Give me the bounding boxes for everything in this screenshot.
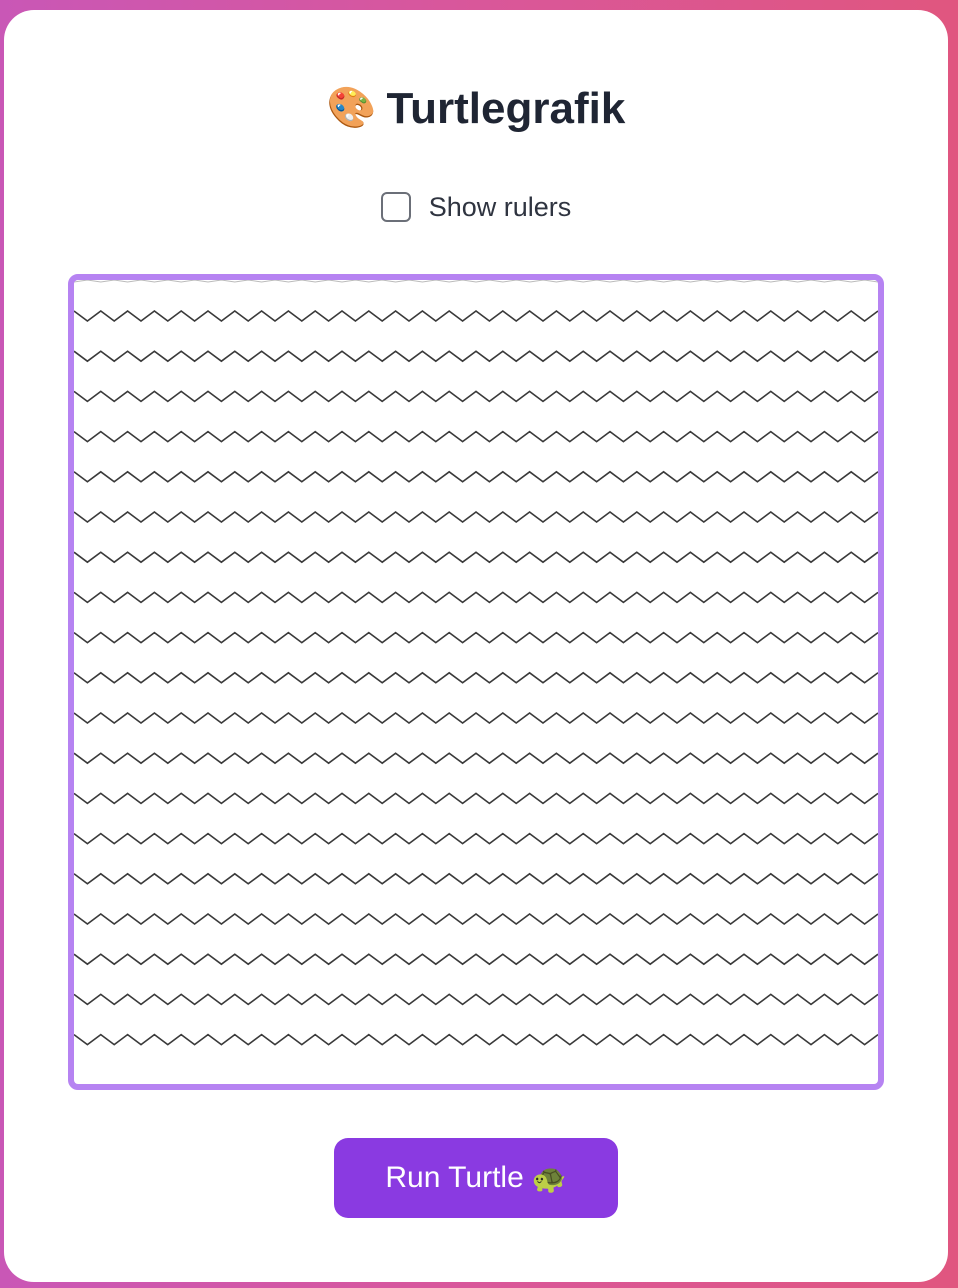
run-turtle-button[interactable]: Run Turtle 🐢 [334,1138,618,1218]
zigzag-line [74,1033,878,1046]
palette-icon: 🎨 [326,86,377,130]
zigzag-line [74,792,878,805]
zigzag-line [74,913,878,925]
zigzag-line [74,712,878,724]
zigzag-line [74,591,878,604]
zigzag-line [74,872,878,885]
zigzag-line [74,310,878,322]
main-card: 🎨 Turtlegrafik Show rulers Run Turtle 🐢 [4,10,948,1282]
page-title: 🎨 Turtlegrafik [4,86,948,131]
zigzag-line [74,631,878,644]
run-turtle-label: Run Turtle [385,1161,524,1194]
zigzag-line [74,470,878,483]
page-title-text: Turtlegrafik [386,84,626,133]
turtle-canvas [68,274,884,1090]
zigzag-line [74,350,878,363]
turtle-drawing [74,280,878,1046]
zigzag-line [74,752,878,765]
zigzag-line [74,832,878,845]
show-rulers-checkbox[interactable] [380,192,411,222]
zigzag-line [74,953,878,966]
turtle-icon: 🐢 [531,1162,567,1194]
zigzag-line [74,551,878,564]
show-rulers-option[interactable]: Show rulers [4,190,948,224]
zigzag-line [74,430,878,443]
zigzag-line [74,390,878,403]
zigzag-line-edge [74,280,878,283]
zigzag-line [74,671,878,684]
zigzag-line [74,993,878,1006]
zigzag-line [74,511,878,523]
show-rulers-label[interactable]: Show rulers [429,192,572,223]
